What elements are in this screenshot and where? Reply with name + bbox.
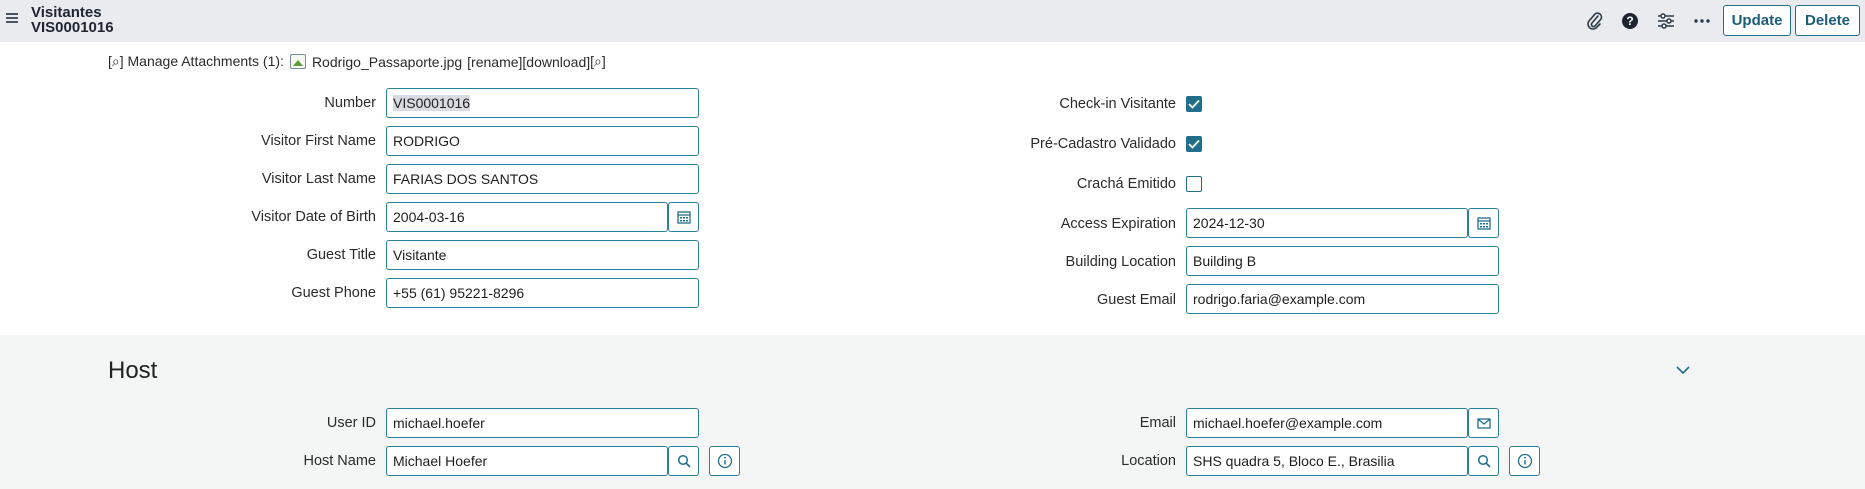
view-attachment-link[interactable]: [⌕] (590, 53, 606, 70)
help-icon[interactable]: ? (1618, 9, 1642, 33)
number-label: Number (324, 95, 376, 111)
location-field[interactable]: SHS quadra 5, Bloco E., Brasilia (1186, 446, 1468, 476)
guest-phone-field[interactable]: +55 (61) 95221-8296 (386, 278, 699, 308)
guest-email-field[interactable]: rodrigo.faria@example.com (1186, 284, 1499, 314)
paperclip-icon[interactable] (1583, 9, 1607, 33)
cracha-checkbox[interactable] (1186, 176, 1202, 192)
location-label: Location (1121, 453, 1176, 469)
update-button[interactable]: Update (1723, 5, 1791, 36)
checkin-label: Check-in Visitante (1059, 96, 1176, 112)
rename-link[interactable]: [rename] (467, 54, 522, 70)
precadastro-label: Pré-Cadastro Validado (1030, 136, 1176, 152)
last-name-label: Visitor Last Name (261, 171, 376, 187)
number-value: VIS0001016 (393, 95, 471, 111)
guest-email-label: Guest Email (1097, 292, 1176, 308)
sliders-icon[interactable] (1654, 9, 1678, 33)
guest-title-label: Guest Title (306, 247, 376, 263)
guest-phone-label: Guest Phone (291, 285, 376, 301)
first-name-field[interactable]: RODRIGO (386, 126, 699, 156)
hamburger-menu-icon[interactable] (6, 13, 18, 23)
host-section-title: Host (108, 357, 158, 384)
access-expiration-label: Access Expiration (1060, 216, 1176, 232)
precadastro-checkbox[interactable] (1186, 136, 1202, 152)
user-id-label: User ID (326, 415, 376, 431)
building-location-field[interactable]: Building B (1186, 246, 1499, 276)
download-link[interactable]: [download] (522, 54, 590, 70)
page-title: Visitantes VIS0001016 (31, 5, 114, 35)
dob-field[interactable]: 2004-03-16 (386, 202, 668, 232)
calendar-icon[interactable] (668, 202, 699, 232)
envelope-icon[interactable] (1468, 408, 1499, 438)
chevron-down-icon[interactable] (1672, 361, 1694, 379)
guest-title-field[interactable]: Visitante (386, 240, 699, 270)
access-expiration-field[interactable]: 2024-12-30 (1186, 208, 1468, 238)
cracha-label: Crachá Emitido (1076, 176, 1176, 192)
delete-button[interactable]: Delete (1795, 5, 1860, 36)
info-icon[interactable] (709, 446, 740, 476)
last-name-field[interactable]: FARIAS DOS SANTOS (386, 164, 699, 194)
magnifier-icon[interactable] (668, 446, 699, 476)
svg-text:?: ? (1626, 14, 1633, 28)
attachments-row: [⌕] Manage Attachments (1): Rodrigo_Pass… (108, 53, 606, 70)
form-header: Visitantes VIS0001016 ? Update Delete (0, 0, 1865, 42)
host-email-label: Email (1139, 415, 1176, 431)
more-options-icon[interactable] (1690, 9, 1714, 33)
info-icon[interactable] (1509, 446, 1540, 476)
first-name-label: Visitor First Name (261, 133, 376, 149)
magnifier-icon[interactable] (1468, 446, 1499, 476)
checkin-checkbox[interactable] (1186, 96, 1202, 112)
image-file-icon (289, 54, 306, 69)
calendar-icon[interactable] (1468, 208, 1499, 238)
host-name-field[interactable]: Michael Hoefer (386, 446, 668, 476)
host-name-label: Host Name (303, 453, 376, 469)
host-section (0, 335, 1865, 489)
user-id-field[interactable]: michael.hoefer (386, 408, 699, 438)
building-location-label: Building Location (1065, 254, 1176, 270)
attachment-file-link[interactable]: Rodrigo_Passaporte.jpg (312, 54, 462, 70)
manage-attachments-link[interactable]: [⌕] Manage Attachments (1): (108, 53, 284, 70)
record-number: VIS0001016 (31, 19, 114, 36)
form-title: Visitantes (31, 4, 102, 21)
dob-label: Visitor Date of Birth (251, 209, 376, 225)
host-email-field[interactable]: michael.hoefer@example.com (1186, 408, 1468, 438)
number-field[interactable]: VIS0001016 (386, 88, 699, 118)
